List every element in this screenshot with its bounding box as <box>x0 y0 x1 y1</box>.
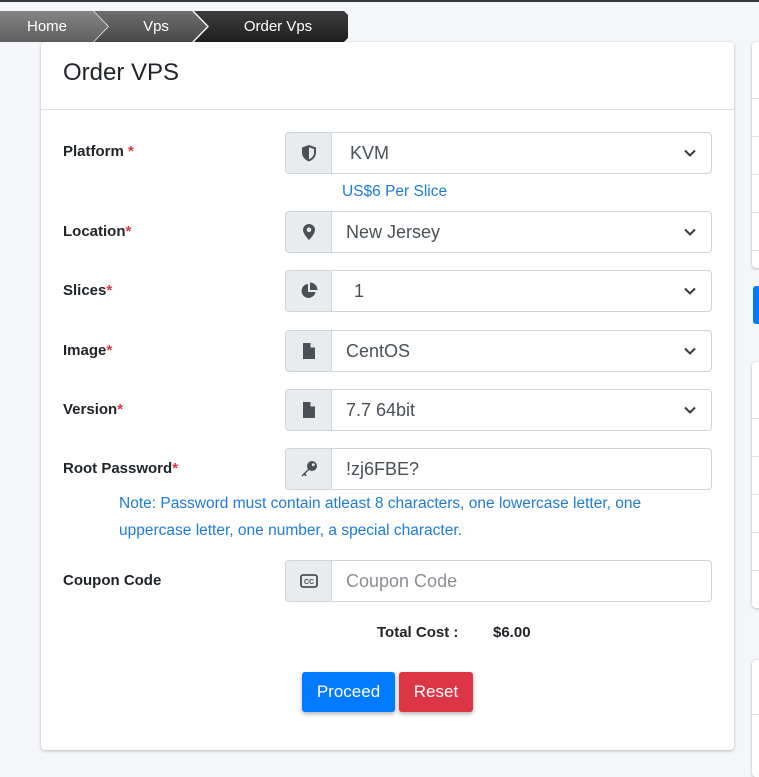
side-row <box>752 212 759 213</box>
breadcrumb: Home Vps Order Vps <box>0 11 348 42</box>
version-select[interactable]: 7.7 64bit <box>331 389 712 431</box>
slices-select-group: 1 <box>285 270 712 312</box>
svg-text:CC: CC <box>303 579 313 586</box>
breadcrumb-vps[interactable]: Vps <box>94 11 207 42</box>
root-password-group <box>285 448 712 490</box>
required-marker: * <box>106 342 113 359</box>
page-title: Order VPS <box>63 59 180 86</box>
platform-select-group: KVM <box>285 132 712 174</box>
side-card-top <box>752 42 759 268</box>
key-icon <box>285 448 331 490</box>
root-password-input[interactable] <box>331 448 712 490</box>
side-row <box>752 494 759 495</box>
location-select[interactable]: New Jersey <box>331 211 712 253</box>
location-select-group: New Jersey <box>285 211 712 253</box>
slices-select[interactable]: 1 <box>331 270 712 312</box>
required-marker: * <box>172 460 179 477</box>
side-row <box>752 98 759 99</box>
image-select-group: CentOS <box>285 330 712 372</box>
platform-label: Platform * <box>63 143 134 160</box>
chevron-down-icon <box>684 406 696 414</box>
order-vps-card: Order VPS Platform * KVM US$6 Per Slice … <box>41 42 734 750</box>
required-marker: * <box>117 401 124 418</box>
side-row <box>752 456 759 457</box>
chevron-down-icon <box>684 228 696 236</box>
closed-caption-icon: CC <box>285 560 331 602</box>
total-cost-value: $6.00 <box>493 624 531 641</box>
image-label: Image* <box>63 342 113 359</box>
top-border <box>0 0 759 2</box>
root-password-label: Root Password* <box>63 460 179 477</box>
total-cost-label: Total Cost : <box>377 624 459 641</box>
password-note: Note: Password must contain atleast 8 ch… <box>119 495 642 539</box>
required-marker: * <box>128 143 134 160</box>
coupon-code-group: CC <box>285 560 712 602</box>
breadcrumb-current: Order Vps <box>194 11 348 42</box>
slices-label: Slices* <box>63 282 113 299</box>
required-marker: * <box>106 282 113 299</box>
required-marker: * <box>125 223 132 240</box>
side-row <box>752 136 759 137</box>
coupon-code-label: Coupon Code <box>63 572 162 589</box>
coupon-code-input[interactable] <box>331 560 712 602</box>
side-row <box>752 174 759 175</box>
breadcrumb-home[interactable]: Home <box>0 11 108 42</box>
location-label: Location* <box>63 223 132 240</box>
file-icon <box>285 330 331 372</box>
card-header: Order VPS <box>41 42 734 110</box>
file-icon <box>285 389 331 431</box>
side-row <box>752 570 759 571</box>
side-row <box>752 532 759 533</box>
platform-select[interactable]: KVM <box>331 132 712 174</box>
image-select[interactable]: CentOS <box>331 330 712 372</box>
reset-button[interactable]: Reset <box>399 672 473 712</box>
version-select-group: 7.7 64bit <box>285 389 712 431</box>
chevron-down-icon <box>684 149 696 157</box>
root-password-field[interactable] <box>346 458 697 480</box>
chevron-down-icon <box>684 287 696 295</box>
side-card-middle <box>752 362 759 608</box>
platform-price-hint: US$6 Per Slice <box>342 183 448 200</box>
map-marker-icon <box>285 211 331 253</box>
chevron-down-icon <box>684 347 696 355</box>
proceed-button[interactable]: Proceed <box>302 672 395 712</box>
side-row <box>752 418 759 419</box>
side-card-bottom <box>752 660 759 777</box>
side-row <box>752 250 759 251</box>
pie-chart-icon <box>285 270 331 312</box>
side-button[interactable] <box>753 286 759 324</box>
version-label: Version* <box>63 401 124 418</box>
shield-icon <box>285 132 331 174</box>
coupon-code-field[interactable] <box>346 570 697 592</box>
side-row <box>752 714 759 715</box>
